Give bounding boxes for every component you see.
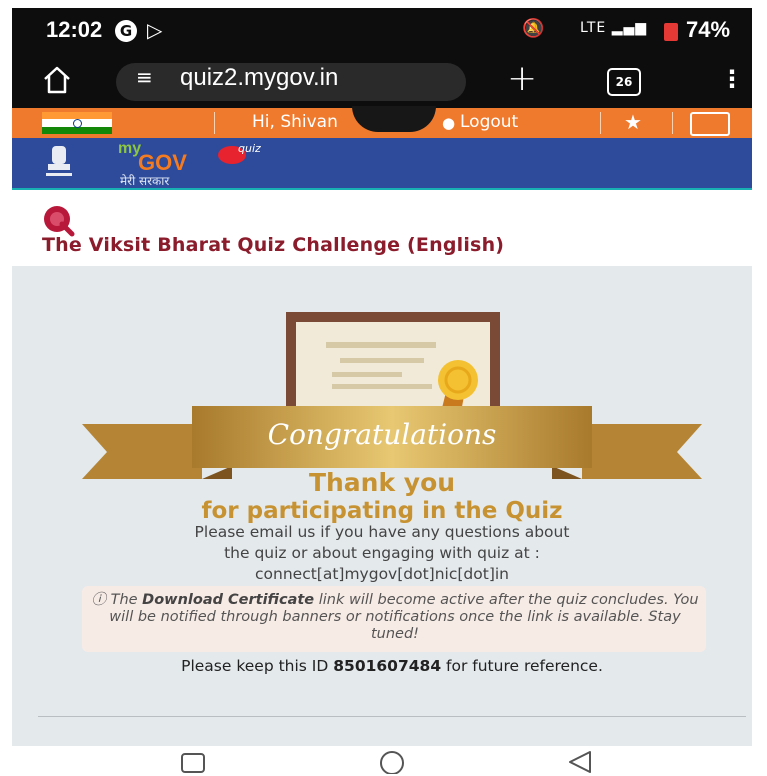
new-tab-icon[interactable]: +	[507, 58, 537, 99]
site-settings-icon[interactable]: ≡	[136, 65, 153, 89]
notice-text: ⓘ The Download Certificate link will bec…	[90, 592, 700, 643]
info-icon: ⓘ	[91, 592, 106, 608]
brand-tagline: मेरी सरकार	[120, 174, 170, 188]
user-icon: ●	[442, 114, 456, 132]
home-circle-icon[interactable]	[374, 750, 410, 774]
logout-link[interactable]: Logout	[460, 112, 518, 132]
contact-line-1: Please email us if you have any question…	[194, 523, 570, 541]
divider	[600, 112, 601, 134]
divider	[672, 112, 673, 134]
home-icon[interactable]	[42, 64, 72, 96]
overflow-menu-icon[interactable]: ⋮	[720, 65, 744, 93]
congratulations-text: Congratulations	[267, 418, 497, 451]
back-icon[interactable]	[566, 750, 596, 774]
download-certificate-label: Download Certificate	[142, 592, 315, 608]
browser-toolbar: ≡ quiz2.mygov.in + 26 ⋮	[12, 56, 752, 108]
tab-switcher-icon[interactable]: 26	[607, 68, 641, 96]
id-prefix: Please keep this ID	[181, 657, 334, 675]
participant-id: 8501607484	[333, 657, 442, 675]
recents-icon[interactable]	[180, 752, 208, 774]
register-user-icon[interactable]	[690, 112, 730, 136]
status-bar: 12:02 G ▷ 🔕 LTE ▂▄▆ 74%	[12, 8, 752, 56]
quiz-logo-icon	[44, 206, 75, 237]
mute-icon: 🔕	[522, 18, 545, 39]
signal-text: LTE	[580, 20, 607, 36]
participant-id-note: Please keep this ID 8501607484 for futur…	[102, 656, 682, 677]
play-notification-icon: ▷	[147, 18, 163, 42]
system-nav-bar	[0, 746, 767, 776]
battery-icon	[664, 23, 678, 41]
signal-icon: LTE ▂▄▆	[580, 20, 648, 36]
quiz-logo-text: quiz	[238, 142, 261, 155]
result-panel: Congratulations Thank you for participat…	[12, 266, 752, 746]
contact-line-2: the quiz or about engaging with quiz at …	[224, 544, 540, 562]
camera-notch	[352, 106, 436, 132]
accessibility-icon[interactable]: ★	[624, 110, 642, 134]
india-flag-icon	[42, 112, 112, 134]
national-emblem-icon	[46, 146, 72, 176]
divider	[214, 112, 215, 134]
status-time: 12:02	[46, 17, 103, 42]
thank-you-heading: Thank you	[308, 468, 456, 497]
certificate-notice: ⓘ The Download Certificate link will bec…	[82, 586, 706, 652]
brand-header: my GOV quiz मेरी सरकार	[12, 138, 752, 190]
id-suffix: for future reference.	[441, 657, 603, 675]
g-notification-icon: G	[115, 20, 137, 42]
url-text[interactable]: quiz2.mygov.in	[180, 64, 338, 92]
contact-email: connect[at]mygov[dot]nic[dot]in	[255, 565, 509, 583]
contact-info: Please email us if you have any question…	[82, 522, 682, 585]
greeting-text: Hi, Shivan	[252, 112, 338, 132]
quiz-title-section: The Viksit Bharat Quiz Challenge (Englis…	[12, 190, 752, 266]
notice-prefix: The	[110, 592, 143, 608]
participation-heading: for participating in the Quiz	[201, 498, 563, 524]
page-title: The Viksit Bharat Quiz Challenge (Englis…	[42, 234, 505, 256]
divider	[38, 716, 746, 717]
battery-percent: 74%	[686, 17, 731, 42]
